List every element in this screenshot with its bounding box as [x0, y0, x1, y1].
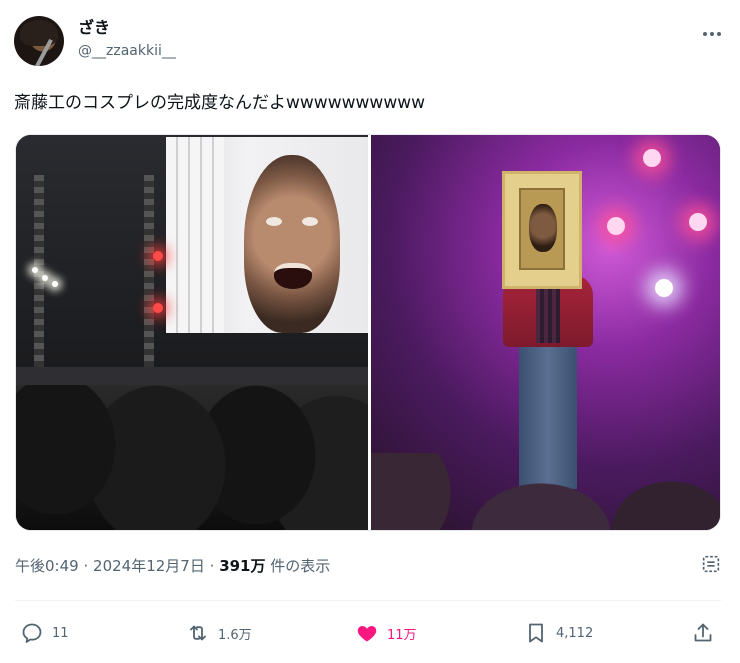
share-icon — [694, 623, 712, 642]
bookmark-button[interactable]: 4,112 — [524, 617, 593, 649]
reply-button[interactable]: 11 — [20, 617, 69, 649]
face-eye — [302, 217, 318, 226]
face-mouth — [274, 263, 312, 289]
screen-face — [244, 155, 340, 333]
more-dot — [703, 32, 707, 36]
bookmark-icon — [529, 623, 543, 643]
bookmark-count: 4,112 — [556, 625, 594, 641]
reply-icon — [22, 623, 42, 643]
retweet-icon — [190, 625, 206, 641]
tweet-meta: 午後0:49 · 2024年12月7日 · 391万 件の表示 — [15, 556, 330, 576]
pink-stage-light — [643, 149, 661, 167]
share-button[interactable] — [691, 617, 723, 649]
pink-stage-light — [689, 213, 707, 231]
retweet-button[interactable]: 1.6万 — [186, 617, 252, 649]
handle[interactable]: @__zzaakkii__ — [78, 41, 176, 61]
views-count: 391万 — [219, 557, 266, 575]
white-stage-light — [52, 281, 58, 287]
white-stage-light — [42, 275, 48, 281]
post-time[interactable]: 午後0:49 — [15, 557, 79, 575]
pink-stage-light — [607, 217, 625, 235]
stage-screen — [166, 137, 368, 333]
avatar[interactable] — [14, 16, 64, 66]
white-stage-light — [32, 267, 38, 273]
door-panel — [519, 188, 565, 270]
like-count: 11万 — [387, 627, 417, 643]
white-stage-light — [655, 279, 673, 297]
stage-truss — [144, 175, 154, 385]
crowd-silhouettes — [16, 385, 368, 530]
heart-filled-icon — [357, 626, 377, 642]
photo-concert-screen[interactable] — [16, 135, 368, 530]
display-name[interactable]: ざき — [78, 18, 176, 38]
red-stage-light — [153, 303, 163, 313]
views-label: 件の表示 — [270, 557, 331, 575]
red-stage-light — [153, 251, 163, 261]
action-bar: 11 1.6万 11万 4,112 — [15, 617, 721, 649]
reply-count: 11 — [52, 625, 69, 641]
more-dot — [710, 32, 714, 36]
face-eye — [266, 217, 282, 226]
post-date[interactable]: 2024年12月7日 — [93, 557, 205, 575]
avatar-hair — [20, 20, 58, 46]
user-info: ざき @__zzaakkii__ — [78, 18, 176, 61]
photo-cosplayer[interactable] — [371, 135, 720, 530]
like-button[interactable]: 11万 — [355, 617, 417, 649]
retweet-count: 1.6万 — [218, 627, 252, 643]
divider — [15, 600, 721, 601]
door-portrait — [529, 204, 557, 252]
door-sign — [502, 171, 582, 289]
tweet-header: ざき @__zzaakkii__ — [14, 12, 726, 68]
media-grid — [15, 134, 721, 531]
meta-separator: · — [209, 557, 215, 575]
tweet-text: 斎藤工のコスプレの完成度なんだよwwwwwwwwww — [14, 93, 426, 113]
more-icon[interactable] — [700, 22, 724, 46]
screen-door-frame — [166, 137, 224, 333]
more-dot — [717, 32, 721, 36]
view-stats-icon[interactable] — [700, 553, 722, 575]
plaid-shirt — [536, 283, 560, 343]
meta-separator: · — [83, 557, 89, 575]
crowd-silhouettes — [371, 453, 720, 530]
